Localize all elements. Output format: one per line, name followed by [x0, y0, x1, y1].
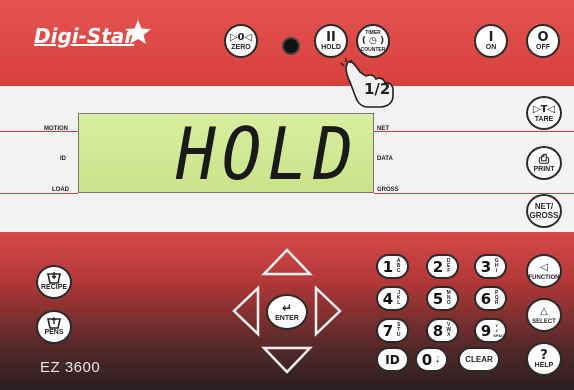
up-arrow-icon: △ — [540, 305, 548, 317]
tare-icon: ▷T◁ — [532, 103, 556, 115]
net-gross-button[interactable]: NET/ GROSS — [526, 194, 562, 228]
up-arrow-button[interactable] — [261, 248, 313, 276]
gross-indicator-label: GROSS — [377, 187, 399, 193]
zero-button[interactable]: ▷0◁ ZERO — [224, 24, 258, 58]
timer-counter-button[interactable]: TIMER ( ◷ ) COUNTER — [356, 24, 390, 58]
star-icon — [125, 20, 151, 44]
recipe-button[interactable]: RECIPE — [36, 265, 72, 299]
help-button[interactable]: ? HELP — [526, 342, 562, 376]
key-6[interactable]: 6P Q R — [474, 286, 507, 311]
help-label: HELP — [534, 361, 554, 369]
key-1[interactable]: 1A B C — [376, 254, 409, 279]
key-0-visible-key[interactable]: 0- + — [415, 347, 448, 372]
pause-icon: II — [326, 29, 336, 45]
function-label: FUNCTION — [528, 274, 560, 281]
key-4[interactable]: 4J K L — [376, 286, 409, 311]
key-id[interactable]: ID — [376, 347, 409, 372]
enter-button[interactable]: ↵ ENTER — [266, 294, 308, 330]
motion-indicator-label: MOTION — [44, 126, 68, 132]
recipe-icon — [47, 272, 61, 284]
model-name: EZ 3600 — [40, 359, 101, 376]
key-5[interactable]: 5M N O — [426, 286, 459, 311]
status-led — [282, 37, 300, 55]
function-button[interactable]: ◁ FUNCTION — [526, 254, 562, 288]
brand-logo: Digi-Star — [34, 24, 135, 48]
zero-icon: ▷0◁ — [229, 31, 253, 43]
key-8[interactable]: 8V W X — [426, 318, 459, 343]
enter-icon: ↵ — [281, 300, 293, 315]
load-indicator-label: LOAD — [52, 187, 69, 193]
net-indicator-label: NET — [377, 126, 389, 132]
key-7[interactable]: 7S T U — [376, 318, 409, 343]
left-arrow-icon: ◁ — [540, 261, 548, 273]
on-button[interactable]: I ON — [474, 24, 508, 58]
gross-label: GROSS — [529, 211, 559, 220]
on-label: ON — [485, 43, 497, 51]
hold-label: HOLD — [321, 43, 341, 51]
key-2[interactable]: 2D E F — [426, 254, 459, 279]
off-button[interactable]: O OFF — [526, 24, 560, 58]
enter-label: ENTER — [275, 314, 299, 322]
key-9[interactable]: 9Y Z SPACE — [474, 318, 507, 343]
data-indicator-label: DATA — [377, 156, 393, 162]
off-label: OFF — [536, 43, 550, 51]
key-3[interactable]: 3G H I — [474, 254, 507, 279]
divider-line — [0, 193, 78, 194]
net-label: NET/ — [534, 202, 554, 211]
clock-icon: ( ◷ ) — [361, 35, 385, 46]
select-label: SELECT — [532, 318, 556, 325]
power-on-icon: I — [488, 29, 494, 45]
pens-button[interactable]: PENS — [36, 310, 72, 344]
left-arrow-button[interactable] — [232, 285, 260, 337]
select-button[interactable]: △ SELECT — [526, 298, 562, 332]
hand-callout-label: 1/2 — [364, 80, 391, 98]
tare-label: TARE — [534, 115, 554, 123]
counter-label: COUNTER — [360, 46, 386, 53]
pens-label: PENS — [44, 329, 64, 336]
recipe-label: RECIPE — [40, 284, 68, 291]
id-indicator-label: ID — [60, 156, 66, 162]
down-arrow-button[interactable] — [261, 346, 313, 374]
question-icon: ? — [540, 347, 548, 363]
clear-button[interactable]: CLEAR — [458, 347, 500, 372]
scale-indicator-panel: Digi-Star ▷0◁ ZERO II HOLD TIMER ( ◷ ) C… — [0, 0, 574, 390]
pens-icon — [47, 317, 61, 329]
tare-button[interactable]: ▷T◁ TARE — [526, 96, 562, 130]
power-off-icon: O — [537, 29, 549, 45]
printer-icon: ⎙ — [538, 151, 550, 167]
hold-button[interactable]: II HOLD — [314, 24, 348, 58]
lcd-display: HOLD — [78, 113, 374, 193]
print-label: PRINT — [533, 165, 555, 173]
divider-line — [374, 131, 574, 132]
lcd-readout: HOLD — [176, 112, 359, 197]
print-button[interactable]: ⎙ PRINT — [526, 146, 562, 180]
right-arrow-button[interactable] — [314, 285, 342, 337]
zero-label: ZERO — [231, 43, 251, 51]
